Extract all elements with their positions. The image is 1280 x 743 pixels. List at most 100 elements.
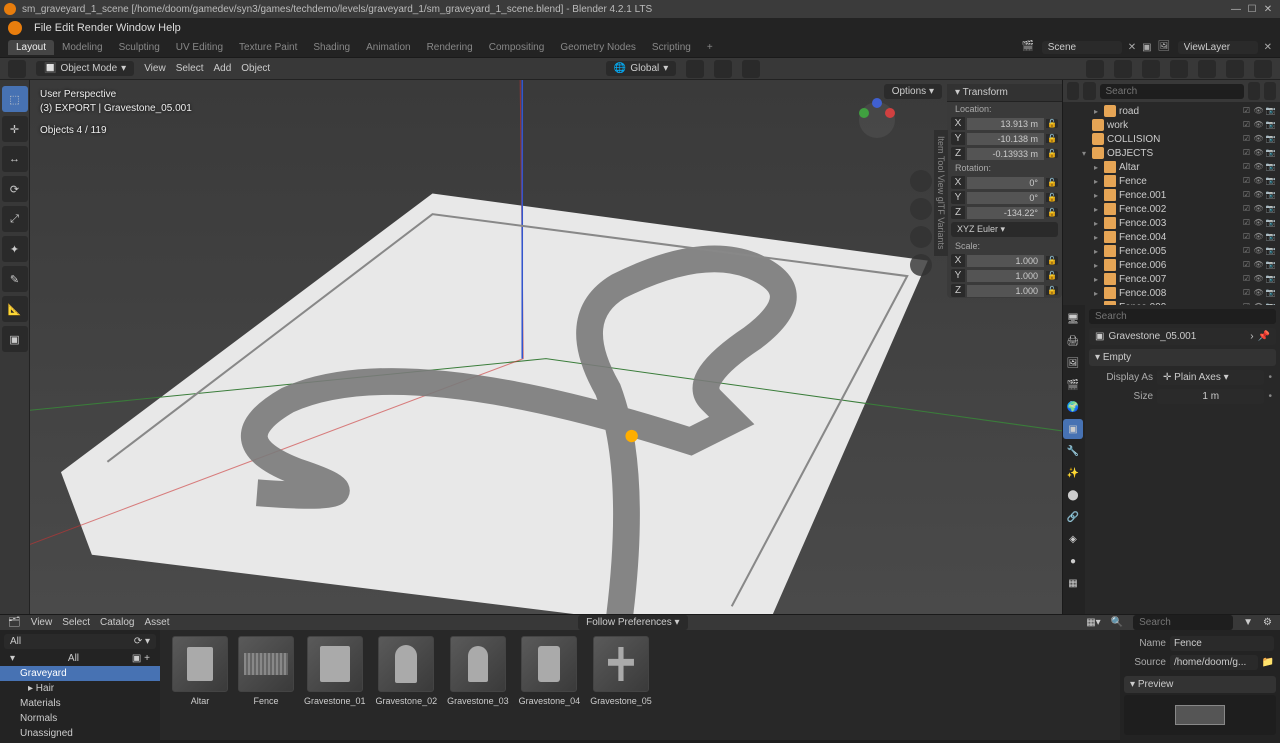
outliner-node-fence-007[interactable]: ▸Fence.007☑👁📷 [1063,272,1280,286]
workspace-tab-layout[interactable]: Layout [8,40,54,55]
exclude-toggle[interactable]: ☑ [1241,120,1252,131]
physics-properties-tab[interactable]: ⬤ [1063,485,1083,505]
exclude-toggle[interactable]: ☑ [1241,106,1252,117]
menu-edit[interactable]: Edit [55,22,74,34]
move-tool[interactable]: ↔ [2,146,28,172]
render-toggle[interactable]: 📷 [1265,274,1276,285]
preview-section-header[interactable]: ▾ Preview [1124,676,1276,693]
asset-filter-button[interactable]: ▼ [1243,617,1253,628]
viewlayer-properties-tab[interactable]: 🖼 [1063,353,1083,373]
exclude-toggle[interactable]: ☑ [1241,162,1252,173]
rotate-tool[interactable]: ⟳ [2,176,28,202]
scene-new-button[interactable]: ▣ [1142,42,1151,53]
asset-menu-asset[interactable]: Asset [144,617,169,628]
menu-window[interactable]: Window [116,22,155,34]
properties-search[interactable] [1089,309,1276,324]
exclude-toggle[interactable]: ☑ [1241,134,1252,145]
exclude-toggle[interactable]: ☑ [1241,246,1252,257]
render-toggle[interactable]: 📷 [1265,260,1276,271]
asset-display-button[interactable]: ▦▾ [1086,617,1100,628]
close-button[interactable]: ✕ [1260,4,1276,15]
constraint-properties-tab[interactable]: 🔗 [1063,507,1083,527]
outliner-view-menu[interactable] [1083,82,1095,100]
camera-view-icon[interactable] [910,226,932,248]
lock-loc-z[interactable]: 🔓 [1046,149,1058,158]
add-cube-tool[interactable]: ▣ [2,326,28,352]
asset-menu-select[interactable]: Select [62,617,90,628]
viewport-menu-view[interactable]: View [144,63,166,74]
annotate-tool[interactable]: ✎ [2,266,28,292]
outliner-node-altar[interactable]: ▸Altar☑👁📷 [1063,160,1280,174]
perspective-toggle-icon[interactable] [910,254,932,276]
pivot-button[interactable] [686,60,704,78]
proportional-button[interactable] [742,60,760,78]
visibility-toggle[interactable]: 👁 [1253,162,1264,173]
outliner-node-fence-001[interactable]: ▸Fence.001☑👁📷 [1063,188,1280,202]
n-panel-tabs[interactable]: Item Tool View glTF Variants [934,130,948,256]
render-toggle[interactable]: 📷 [1265,148,1276,159]
display-as-dropdown[interactable]: ✛ Plain Axes ▾ [1157,370,1264,385]
asset-menu-view[interactable]: View [31,617,53,628]
modifier-properties-tab[interactable]: 🔧 [1063,441,1083,461]
properties-breadcrumb[interactable]: ▣ Gravestone_05.001 › 📌 [1089,328,1276,345]
overlay-toggle-button[interactable] [1114,60,1132,78]
outliner-node-fence-005[interactable]: ▸Fence.005☑👁📷 [1063,244,1280,258]
object-properties-tab[interactable]: ▣ [1063,419,1083,439]
lock-scale-z[interactable]: 🔓 [1046,286,1058,295]
visibility-toggle[interactable]: 👁 [1253,106,1264,117]
asset-gravestone_04[interactable]: Gravestone_04 [519,636,581,737]
shading-solid-button[interactable] [1198,60,1216,78]
lock-rot-z[interactable]: 🔓 [1046,208,1058,217]
scale-z-field[interactable]: 1.000 [967,285,1044,297]
editor-type-button[interactable] [8,60,26,78]
scene-remove-button[interactable]: ✕ [1128,42,1136,53]
render-toggle[interactable]: 📷 [1265,162,1276,173]
render-toggle[interactable]: 📷 [1265,106,1276,117]
visibility-toggle[interactable]: 👁 [1253,134,1264,145]
exclude-toggle[interactable]: ☑ [1241,218,1252,229]
xray-button[interactable] [1142,60,1160,78]
lock-rot-y[interactable]: 🔓 [1046,193,1058,202]
output-properties-tab[interactable]: 🖨 [1063,331,1083,351]
scene-properties-tab[interactable]: 🎬 [1063,375,1083,395]
zoom-icon[interactable] [910,170,932,192]
outliner-filter-button[interactable] [1248,82,1260,100]
size-field[interactable]: 1 m [1157,389,1264,404]
rotation-x-field[interactable]: 0° [967,177,1044,189]
asset-gravestone_02[interactable]: Gravestone_02 [376,636,438,737]
asset-editor-type[interactable]: 🗂 [8,617,21,628]
visibility-toggle[interactable]: 👁 [1253,260,1264,271]
menu-render[interactable]: Render [77,22,113,34]
visibility-toggle[interactable]: 👁 [1253,246,1264,257]
visibility-toggle[interactable]: 👁 [1253,288,1264,299]
asset-name-field[interactable]: Fence [1170,636,1274,651]
visibility-toggle[interactable]: 👁 [1253,176,1264,187]
location-z-field[interactable]: -0.13933 m [967,148,1044,160]
visibility-toggle[interactable]: 👁 [1253,232,1264,243]
location-y-field[interactable]: -10.138 m [967,133,1044,145]
material-properties-tab[interactable]: ● [1063,551,1083,571]
render-toggle[interactable]: 📷 [1265,204,1276,215]
visibility-toggle[interactable]: 👁 [1253,190,1264,201]
orientation-dropdown[interactable]: 🌐 Global ▾ [606,61,676,76]
select-box-tool[interactable]: ⬚ [2,86,28,112]
snap-button[interactable] [714,60,732,78]
measure-tool[interactable]: 📐 [2,296,28,322]
lock-scale-x[interactable]: 🔓 [1046,256,1058,265]
asset-altar[interactable]: Altar [172,636,228,737]
viewport-menu-object[interactable]: Object [241,63,270,74]
shading-material-button[interactable] [1226,60,1244,78]
outliner-node-fence-002[interactable]: ▸Fence.002☑👁📷 [1063,202,1280,216]
outliner-search[interactable] [1100,84,1244,99]
catalog-normals[interactable]: Normals [0,711,160,726]
catalog-materials[interactable]: Materials [0,696,160,711]
minimize-button[interactable]: — [1228,4,1244,15]
exclude-toggle[interactable]: ☑ [1241,176,1252,187]
rotation-mode-dropdown[interactable]: XYZ Euler ▾ [951,222,1058,237]
exclude-toggle[interactable]: ☑ [1241,148,1252,159]
world-properties-tab[interactable]: 🌍 [1063,397,1083,417]
cursor-tool[interactable]: ✛ [2,116,28,142]
exclude-toggle[interactable]: ☑ [1241,274,1252,285]
empty-section-header[interactable]: ▾ Empty [1089,349,1276,366]
menu-help[interactable]: Help [158,22,181,34]
